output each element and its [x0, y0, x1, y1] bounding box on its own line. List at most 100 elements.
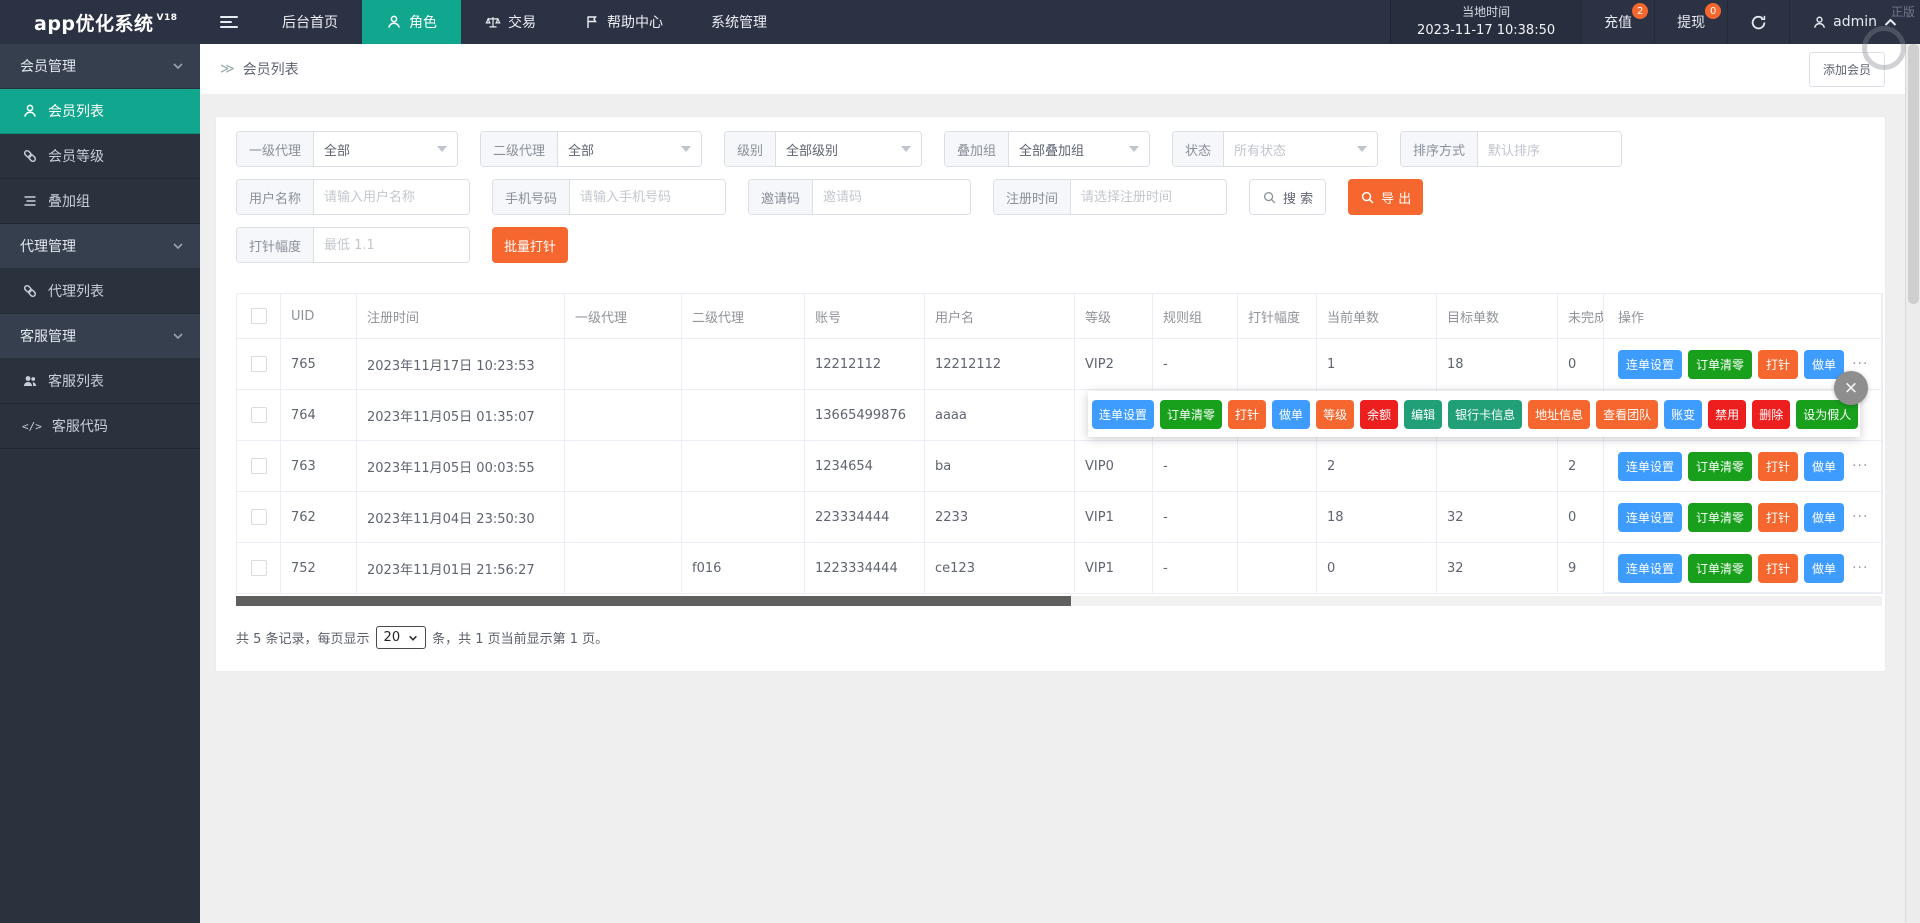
horizontal-scrollbar[interactable] [236, 596, 1882, 606]
sidebar-item-service-code[interactable]: </> 客服代码 [0, 404, 200, 449]
header-uid: UID [281, 294, 357, 339]
make-order-button[interactable]: 做单 [1804, 503, 1844, 532]
local-time-label: 当地时间 [1462, 3, 1510, 21]
inject-button[interactable]: 打针 [1758, 554, 1798, 583]
more-actions-icon[interactable]: ··· [1852, 509, 1868, 525]
search-button[interactable]: 搜 索 [1249, 179, 1326, 215]
clear-orders-button[interactable]: 订单清零 [1688, 350, 1752, 379]
sidebar-item-member-level[interactable]: 会员等级 [0, 134, 200, 179]
sidebar-group-member-management[interactable]: 会员管理 [0, 44, 200, 89]
select-all-checkbox[interactable] [251, 308, 267, 324]
chain-order-settings-button[interactable]: 连单设置 [1618, 350, 1682, 379]
caret-down-icon [681, 146, 691, 152]
horizontal-scrollbar-thumb[interactable] [236, 596, 1071, 606]
refresh-button[interactable] [1727, 0, 1789, 44]
select-status[interactable]: 状态 所有状态 [1172, 131, 1378, 167]
address-info-button[interactable]: 地址信息 [1528, 400, 1590, 429]
account-change-button[interactable]: 账变 [1664, 400, 1702, 429]
make-order-button[interactable]: 做单 [1804, 452, 1844, 481]
row-checkbox[interactable] [251, 356, 267, 372]
more-actions-icon[interactable]: ··· [1852, 458, 1868, 474]
batch-inject-button[interactable]: 批量打针 [492, 227, 568, 263]
row-checkbox[interactable] [251, 458, 267, 474]
row-checkbox[interactable] [251, 560, 267, 576]
close-icon[interactable]: × [1834, 371, 1868, 405]
cell-agent-level1 [565, 339, 682, 390]
inject-button[interactable]: 打针 [1758, 503, 1798, 532]
withdraw-button[interactable]: 提现 0 [1654, 0, 1727, 44]
row-checkbox[interactable] [251, 509, 267, 525]
select-label: 叠加组 [945, 132, 1009, 166]
nav-trade[interactable]: 交易 [461, 0, 560, 44]
cell-username: ba [925, 441, 1075, 492]
select-label: 级别 [725, 132, 776, 166]
register-time-input[interactable] [1071, 180, 1226, 214]
more-actions-icon[interactable]: ··· [1852, 356, 1868, 372]
inject-range-input[interactable] [314, 228, 469, 262]
phone-input[interactable] [570, 180, 725, 214]
chain-order-settings-button[interactable]: 连单设置 [1618, 503, 1682, 532]
recharge-button[interactable]: 充值 2 [1581, 0, 1654, 44]
chain-order-settings-button[interactable]: 连单设置 [1618, 554, 1682, 583]
sidebar-item-label: 客服列表 [48, 371, 104, 391]
sidebar-item-stack-group[interactable]: 叠加组 [0, 179, 200, 224]
watermark-ring [1862, 26, 1906, 70]
level-button[interactable]: 等级 [1316, 400, 1354, 429]
clear-orders-button[interactable]: 订单清零 [1688, 554, 1752, 583]
row-checkbox[interactable] [251, 407, 267, 423]
select-level[interactable]: 级别 全部级别 [724, 131, 922, 167]
close-x: × [1844, 378, 1858, 398]
clear-orders-button[interactable]: 订单清零 [1688, 452, 1752, 481]
nav-system-management[interactable]: 系统管理 [687, 0, 791, 44]
page-scrollbar[interactable] [1905, 44, 1920, 923]
filter-row-inputs: 用户名称 手机号码 邀请码 注册时间 搜 索 导 出 [236, 179, 1865, 215]
clear-orders-button[interactable]: 订单清零 [1688, 503, 1752, 532]
input-label: 打针幅度 [237, 228, 314, 262]
caret-down-icon [901, 146, 911, 152]
delete-button[interactable]: 删除 [1752, 400, 1790, 429]
make-order-button[interactable]: 做单 [1804, 350, 1844, 379]
make-order-button[interactable]: 做单 [1804, 554, 1844, 583]
inject-button[interactable]: 打针 [1228, 400, 1266, 429]
pagination-prefix: 共 5 条记录，每页显示 [236, 628, 370, 647]
cell-level: VIP0 [1075, 441, 1153, 492]
select-sort-order[interactable]: 排序方式 默认排序 [1400, 131, 1622, 167]
inject-button[interactable]: 打针 [1758, 350, 1798, 379]
select-agent-level1[interactable]: 一级代理 全部 [236, 131, 458, 167]
username-input[interactable] [314, 180, 469, 214]
clear-orders-button[interactable]: 订单清零 [1160, 400, 1222, 429]
page-size-select[interactable]: 20 [376, 626, 427, 649]
view-team-button[interactable]: 查看团队 [1596, 400, 1658, 429]
nav-dashboard[interactable]: 后台首页 [258, 0, 362, 44]
sidebar-group-agent-management[interactable]: 代理管理 [0, 224, 200, 269]
inject-button[interactable]: 打针 [1758, 452, 1798, 481]
sidebar-item-service-list[interactable]: 客服列表 [0, 359, 200, 404]
cell-rule-group: - [1153, 492, 1238, 543]
more-actions-icon[interactable]: ··· [1852, 560, 1868, 576]
invite-code-input[interactable] [813, 180, 970, 214]
cell-account: 12212112 [805, 339, 925, 390]
select-stack-group[interactable]: 叠加组 全部叠加组 [944, 131, 1150, 167]
bank-card-info-button[interactable]: 银行卡信息 [1448, 400, 1522, 429]
sidebar-collapse-icon[interactable] [200, 0, 258, 44]
chain-order-settings-button[interactable]: 连单设置 [1092, 400, 1154, 429]
export-button[interactable]: 导 出 [1348, 179, 1423, 215]
sidebar-group-service-management[interactable]: 客服管理 [0, 314, 200, 359]
nav-help-center[interactable]: 帮助中心 [560, 0, 687, 44]
edit-button[interactable]: 编辑 [1404, 400, 1442, 429]
select-agent-level2[interactable]: 二级代理 全部 [480, 131, 702, 167]
make-order-button[interactable]: 做单 [1272, 400, 1310, 429]
sidebar-item-member-list[interactable]: 会员列表 [0, 89, 200, 134]
breadcrumb: 会员列表 [243, 59, 299, 79]
header-current-orders: 当前单数 [1317, 294, 1437, 339]
balance-button[interactable]: 余额 [1360, 400, 1398, 429]
sidebar-item-agent-list[interactable]: 代理列表 [0, 269, 200, 314]
cell-register-time: 2023年11月04日 23:50:30 [357, 492, 565, 543]
nav-roles[interactable]: 角色 [362, 0, 461, 44]
disable-button[interactable]: 禁用 [1708, 400, 1746, 429]
cell-register-time: 2023年11月05日 00:03:55 [357, 441, 565, 492]
page-scrollbar-thumb[interactable] [1908, 44, 1919, 304]
chain-order-settings-button[interactable]: 连单设置 [1618, 452, 1682, 481]
cell-rule-group: - [1153, 543, 1238, 594]
select-value: 所有状态 [1224, 132, 1357, 166]
